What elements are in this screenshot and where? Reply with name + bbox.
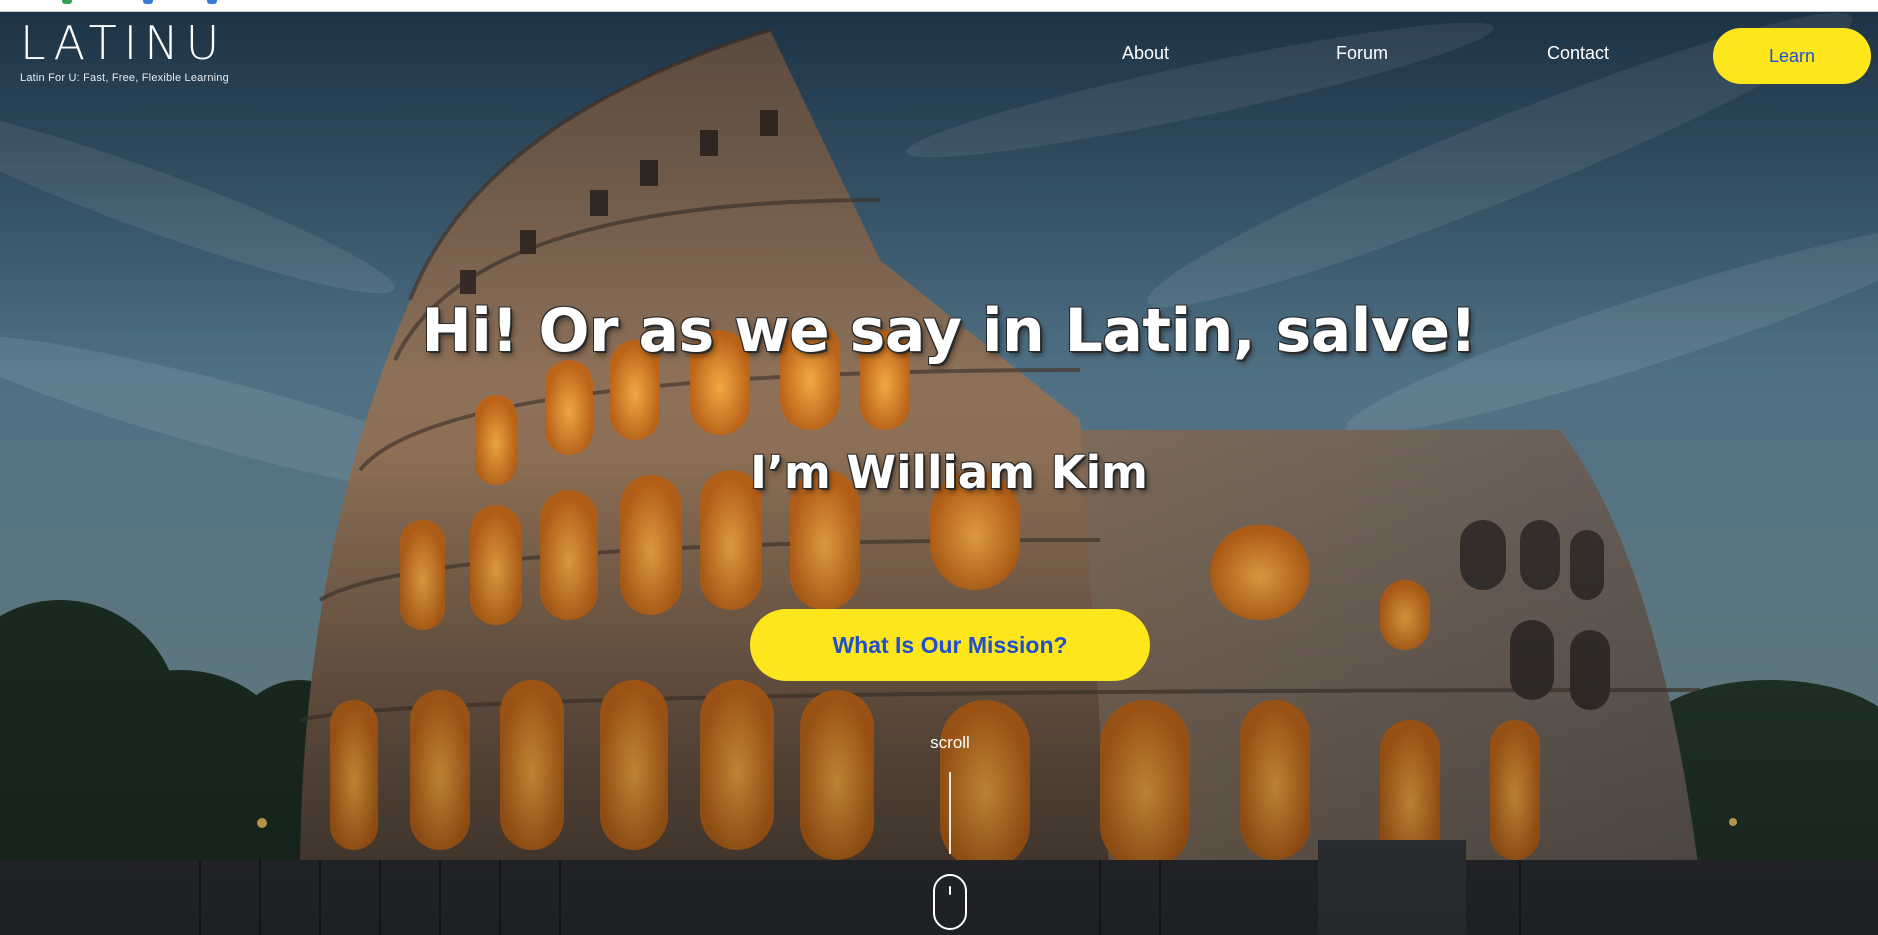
scroll-line <box>949 772 951 854</box>
mouse-wheel-icon <box>949 886 951 895</box>
browser-top-strip <box>0 0 1878 12</box>
learn-button[interactable]: Learn <box>1713 28 1871 84</box>
logo-wordmark: LATINU <box>20 16 227 70</box>
bookmark-icon <box>62 0 72 4</box>
scroll-mouse-icon[interactable] <box>933 874 967 930</box>
mission-button[interactable]: What Is Our Mission? <box>750 609 1150 681</box>
nav-link-contact[interactable]: Contact <box>1547 43 1609 64</box>
page: LATINU Latin For U: Fast, Free, Flexible… <box>0 0 1878 935</box>
hero-subheadline: I’m William Kim <box>750 446 1148 499</box>
site-logo[interactable]: LATINU Latin For U: Fast, Free, Flexible… <box>20 20 229 84</box>
hero-headline: Hi! Or as we say in Latin, salve! <box>421 296 1477 366</box>
bookmark-icon <box>143 0 153 4</box>
logo-tagline: Latin For U: Fast, Free, Flexible Learni… <box>20 72 229 84</box>
nav-link-forum[interactable]: Forum <box>1336 43 1388 64</box>
nav-link-about[interactable]: About <box>1122 43 1169 64</box>
scroll-label: scroll <box>930 733 970 752</box>
bookmark-icon <box>207 0 217 4</box>
